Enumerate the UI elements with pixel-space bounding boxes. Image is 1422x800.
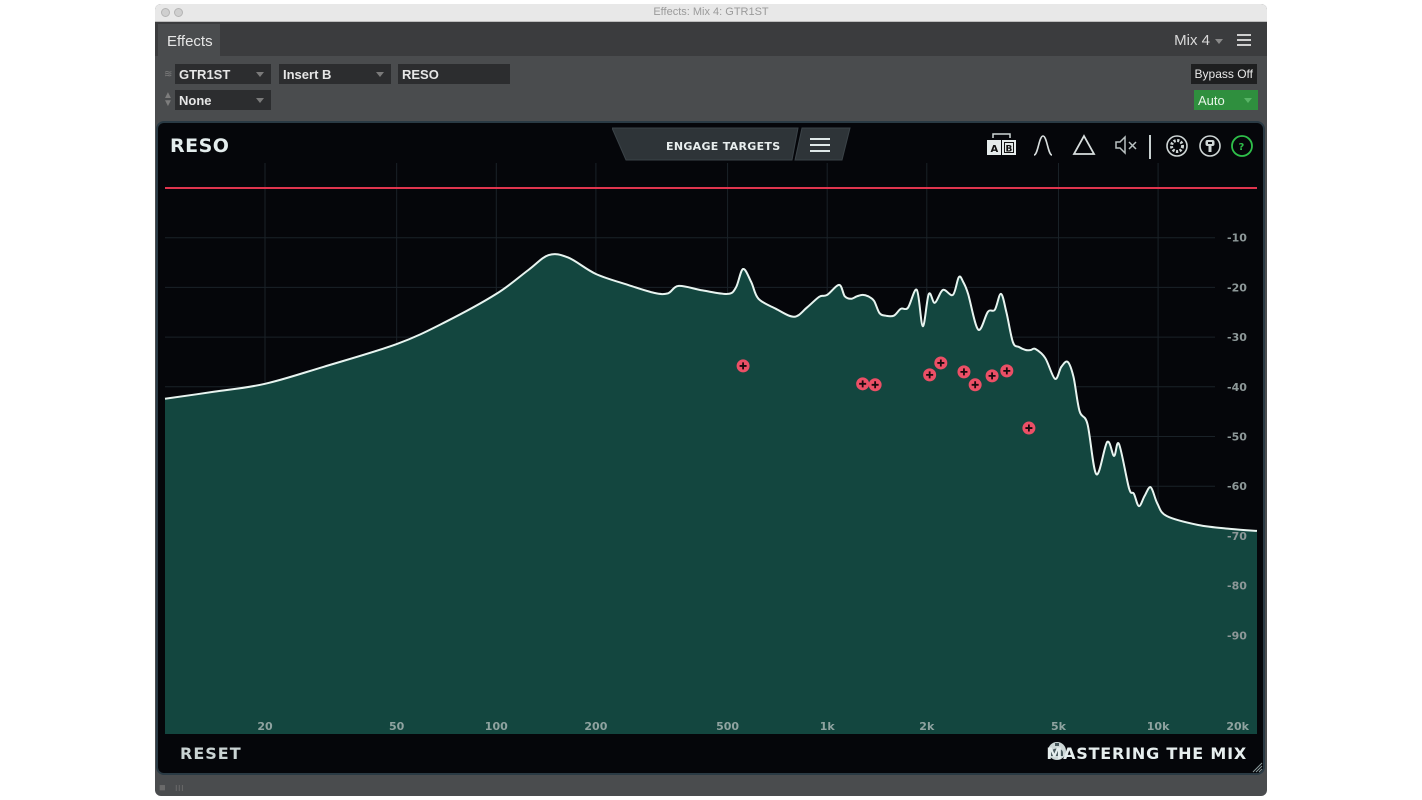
reset-button[interactable]: RESET — [180, 744, 242, 763]
spectrum-area — [165, 254, 1257, 734]
camera-icon[interactable]: ■ — [159, 782, 166, 794]
engage-targets-button[interactable]: ENGAGE TARGETS — [612, 127, 851, 161]
settings-icon[interactable] — [1165, 134, 1189, 158]
bypass-button[interactable]: Bypass Off — [1190, 64, 1257, 84]
automation-select[interactable]: Auto — [1194, 90, 1258, 110]
delta-icon[interactable] — [1072, 133, 1096, 157]
resize-handle[interactable] — [1251, 761, 1263, 773]
x-tick-label: 20 — [257, 720, 273, 733]
svg-text:?: ? — [1239, 142, 1245, 153]
x-tick-label: 50 — [389, 720, 405, 733]
window-title: Effects: Mix 4: GTR1ST — [653, 6, 769, 18]
preset-select-value: None — [179, 93, 212, 108]
preset-select[interactable]: None — [175, 90, 271, 110]
window-footer: ■ ııı — [159, 782, 184, 794]
link-icon: ≋ — [164, 69, 173, 80]
y-tick-label: -70 — [1227, 530, 1247, 543]
chevron-down-icon — [256, 98, 264, 103]
insert-select-value: Insert B — [283, 67, 332, 82]
x-tick-label: 1k — [820, 720, 836, 733]
target-marker[interactable] — [1022, 421, 1036, 435]
svg-text:A: A — [991, 144, 999, 155]
menu-icon — [810, 138, 830, 140]
reso-plugin-panel: -10 -20 -30 -40 -50 -60 -70 -80 -90 20 50 100 200 50… — [156, 121, 1265, 775]
target-marker[interactable] — [1000, 364, 1014, 378]
y-axis-ticks: -10 -20 -30 -40 -50 -60 -70 -80 -90 — [1227, 232, 1247, 643]
effects-window: Effects: Mix 4: GTR1ST Effects Mix 4 ≋ G… — [155, 4, 1267, 796]
track-select[interactable]: GTR1ST — [175, 64, 271, 84]
chevron-down-icon — [1244, 98, 1252, 103]
key-icon[interactable] — [1198, 134, 1222, 158]
plugin-title: RESO — [170, 135, 230, 157]
x-tick-label: 20k — [1226, 720, 1249, 733]
chevron-down-icon — [376, 72, 384, 77]
y-tick-label: -80 — [1227, 580, 1247, 593]
x-tick-label: 200 — [584, 720, 607, 733]
filter-shape-icon[interactable] — [1032, 133, 1054, 157]
brand-name: MASTERING THE MIX — [1046, 744, 1247, 763]
y-tick-label: -20 — [1227, 281, 1247, 294]
y-tick-label: -40 — [1227, 381, 1247, 394]
mix-selector[interactable]: Mix 4 — [1174, 32, 1223, 49]
help-icon[interactable]: ? — [1230, 134, 1254, 158]
title-bar[interactable]: Effects: Mix 4: GTR1ST — [155, 4, 1267, 22]
menu-icon — [1237, 34, 1251, 36]
spectrum-chart[interactable]: -10 -20 -30 -40 -50 -60 -70 -80 -90 20 50 100 200 50… — [158, 123, 1263, 773]
toolbar-divider — [1149, 135, 1151, 159]
track-select-value: GTR1ST — [179, 67, 231, 82]
ab-compare-icon[interactable]: A B — [986, 132, 1018, 156]
y-tick-label: -90 — [1227, 629, 1247, 642]
plugin-name-field[interactable]: RESO — [398, 64, 510, 84]
x-tick-label: 500 — [716, 720, 739, 733]
target-marker[interactable] — [923, 368, 937, 382]
target-marker[interactable] — [736, 359, 750, 373]
target-marker[interactable] — [957, 365, 971, 379]
tab-effects[interactable]: Effects — [158, 24, 220, 56]
target-marker[interactable] — [868, 378, 882, 392]
chevron-down-icon — [256, 72, 264, 77]
mixer-icon[interactable]: ııı — [175, 782, 184, 794]
mute-icon[interactable] — [1113, 133, 1141, 157]
tab-bar: Effects Mix 4 — [155, 22, 1267, 56]
mix-selector-label: Mix 4 — [1174, 32, 1210, 49]
x-tick-label: 5k — [1051, 720, 1067, 733]
engage-targets-label: ENGAGE TARGETS — [666, 140, 781, 153]
y-tick-label: -60 — [1227, 480, 1247, 493]
x-tick-label: 2k — [919, 720, 935, 733]
y-tick-label: -30 — [1227, 331, 1247, 344]
x-tick-label: 100 — [485, 720, 508, 733]
target-marker[interactable] — [985, 369, 999, 383]
automation-select-value: Auto — [1198, 93, 1225, 108]
y-tick-label: -50 — [1227, 431, 1247, 444]
y-tick-label: -10 — [1227, 232, 1247, 245]
plugin-menu-button[interactable] — [810, 138, 830, 154]
chevron-down-icon — [1215, 38, 1223, 44]
window-menu-button[interactable] — [1237, 34, 1251, 46]
plugin-name-value: RESO — [402, 67, 439, 82]
x-tick-label: 10k — [1147, 720, 1170, 733]
target-marker[interactable] — [968, 378, 982, 392]
insert-select[interactable]: Insert B — [279, 64, 391, 84]
target-marker[interactable] — [934, 356, 948, 370]
target-marker[interactable] — [856, 377, 870, 391]
svg-text:B: B — [1006, 145, 1013, 155]
preset-stepper-icon[interactable]: ▲ ▼ — [163, 91, 173, 109]
